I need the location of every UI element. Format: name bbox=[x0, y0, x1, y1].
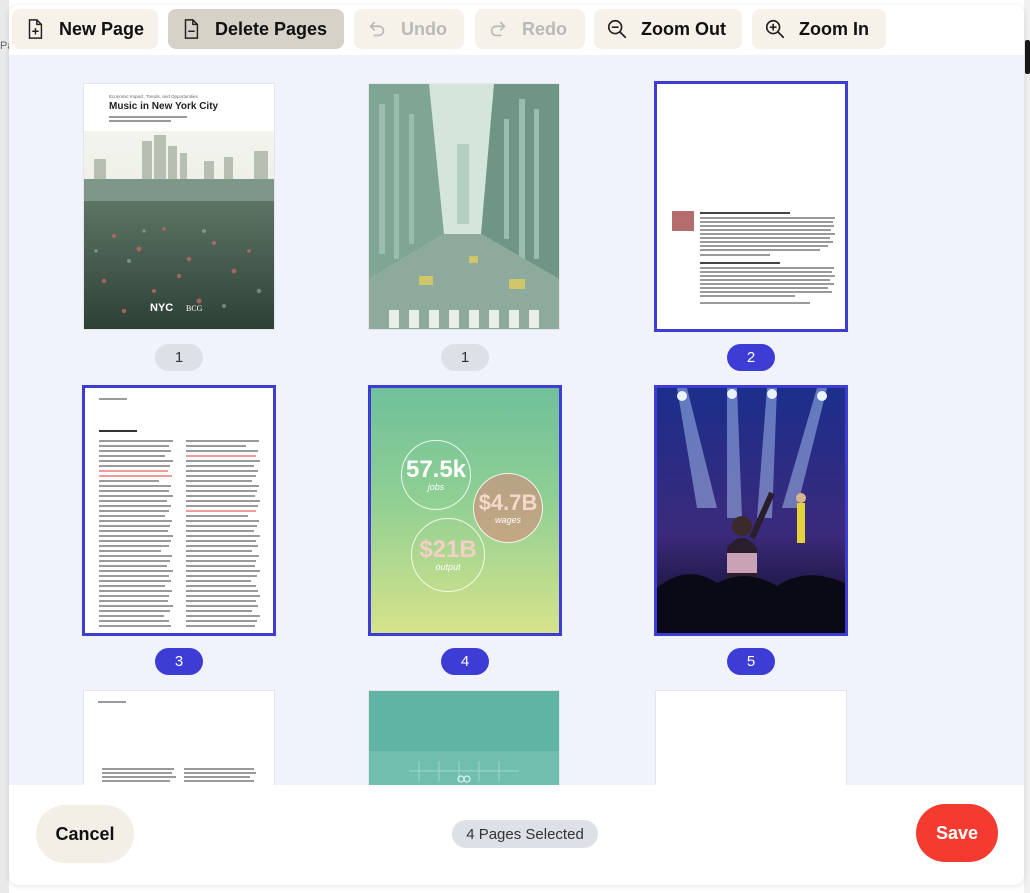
output-stat: $21B output bbox=[411, 518, 485, 592]
footer: Cancel 4 Pages Selected Save bbox=[9, 785, 1024, 885]
wages-label: wages bbox=[494, 515, 521, 525]
delete-pages-button[interactable]: Delete Pages bbox=[168, 9, 344, 49]
jobs-label: jobs bbox=[427, 482, 445, 492]
city-street-photo bbox=[369, 84, 559, 329]
page-thumbnail-cover[interactable]: Economic Impact, Trends, and Opportuniti… bbox=[84, 84, 274, 329]
zoom-in-icon bbox=[765, 19, 785, 39]
toolbar: New Page Delete Pages Undo Redo Zoom Out… bbox=[9, 5, 1024, 55]
delete-pages-label: Delete Pages bbox=[215, 18, 328, 39]
zoom-in-label: Zoom In bbox=[799, 18, 869, 39]
page-number-badge[interactable]: 1 bbox=[441, 344, 489, 371]
page-thumbnail-teal[interactable] bbox=[369, 691, 559, 785]
page-editor-modal: New Page Delete Pages Undo Redo Zoom Out… bbox=[9, 5, 1024, 885]
zoom-out-icon bbox=[607, 19, 627, 39]
delete-page-icon bbox=[184, 19, 199, 39]
background-window-edge-right bbox=[1024, 0, 1030, 893]
save-button[interactable]: Save bbox=[916, 804, 998, 862]
page-thumbnail-concert[interactable] bbox=[654, 385, 848, 636]
output-value: $21B bbox=[419, 536, 477, 563]
undo-label: Undo bbox=[401, 18, 447, 39]
new-page-icon bbox=[28, 19, 43, 39]
page-thumbnail-about[interactable] bbox=[654, 81, 848, 332]
selected-count-badge: 4 Pages Selected bbox=[452, 820, 598, 848]
wages-stat: $4.7B wages bbox=[473, 473, 543, 543]
teal-photo bbox=[369, 691, 559, 785]
cover-subtitle: Economic Impact, Trends, and Opportuniti… bbox=[109, 94, 198, 99]
page-thumbnail-text[interactable] bbox=[84, 691, 274, 785]
concert-photo bbox=[657, 388, 845, 633]
cancel-button[interactable]: Cancel bbox=[36, 805, 134, 863]
svg-text:BCG: BCG bbox=[186, 304, 203, 313]
redo-icon bbox=[490, 21, 506, 37]
page-number-badge[interactable]: 5 bbox=[727, 648, 775, 675]
page-number-badge[interactable]: 1 bbox=[155, 344, 203, 371]
wages-value: $4.7B bbox=[478, 490, 538, 515]
author-photo bbox=[672, 211, 694, 231]
undo-icon bbox=[369, 21, 385, 37]
jobs-stat: 57.5k jobs bbox=[401, 440, 471, 510]
new-page-label: New Page bbox=[59, 18, 145, 39]
cover-title: Music in New York City bbox=[109, 101, 219, 112]
crowd-skyline-photo: NYC BCG bbox=[84, 131, 274, 329]
page-thumbnail-stats[interactable]: 57.5k jobs $4.7B wages $21B output bbox=[368, 385, 562, 636]
page-thumbnail-blank[interactable] bbox=[656, 691, 846, 785]
zoom-out-button[interactable]: Zoom Out bbox=[594, 9, 742, 49]
redo-button[interactable]: Redo bbox=[475, 9, 585, 49]
page-grid[interactable]: Economic Impact, Trends, and Opportuniti… bbox=[9, 55, 1024, 785]
svg-text:NYC: NYC bbox=[150, 302, 173, 314]
output-label: output bbox=[435, 562, 461, 572]
page-number-badge[interactable]: 4 bbox=[441, 648, 489, 675]
jobs-value: 57.5k bbox=[405, 456, 467, 483]
background-window-edge: Pa bbox=[0, 0, 13, 893]
page-thumbnail-street[interactable] bbox=[369, 84, 559, 329]
zoom-out-label: Zoom Out bbox=[641, 18, 726, 39]
undo-button[interactable]: Undo bbox=[354, 9, 464, 49]
new-page-button[interactable]: New Page bbox=[12, 9, 158, 49]
zoom-in-button[interactable]: Zoom In bbox=[752, 9, 886, 49]
redo-label: Redo bbox=[522, 18, 567, 39]
page-number-badge[interactable]: 2 bbox=[727, 344, 775, 371]
page-thumbnail-executive-summary[interactable] bbox=[82, 385, 276, 636]
page-number-badge[interactable]: 3 bbox=[155, 648, 203, 675]
